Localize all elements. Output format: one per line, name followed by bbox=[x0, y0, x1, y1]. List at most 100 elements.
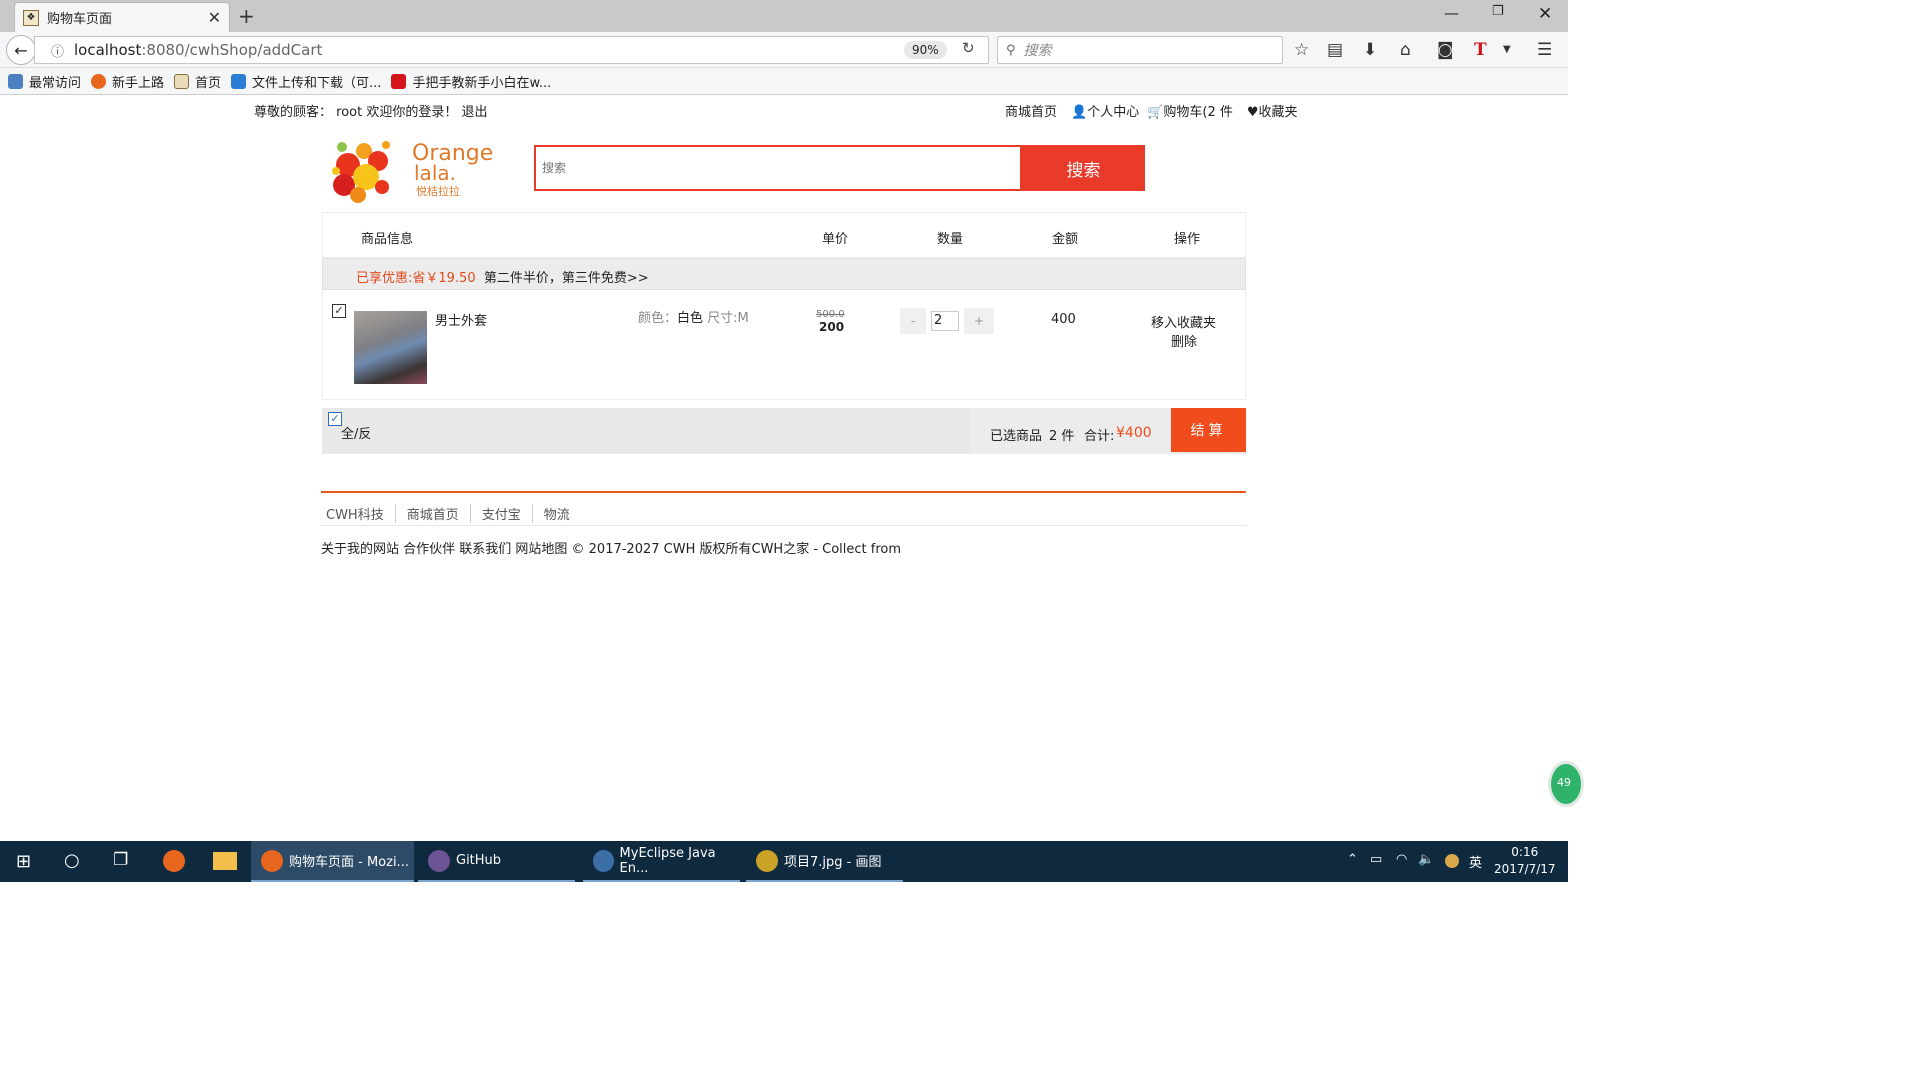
decrease-qty-button[interactable]: - bbox=[900, 308, 926, 334]
original-price: 500.0 bbox=[816, 309, 845, 320]
taskbar-item-paint[interactable]: 项目7.jpg - 画图 bbox=[746, 841, 903, 882]
nav-user-center-link[interactable]: 👤个人中心 bbox=[1071, 101, 1139, 120]
select-all-checkbox[interactable]: ✓ bbox=[328, 412, 342, 426]
task-view-icon[interactable]: ❐ bbox=[113, 850, 128, 870]
move-to-favorites-link[interactable]: 移入收藏夹 bbox=[1151, 312, 1216, 331]
selected-label: 已选商品 bbox=[990, 429, 1043, 444]
paint-icon bbox=[756, 849, 778, 872]
new-tab-button[interactable]: + bbox=[238, 4, 255, 28]
clock-date: 2017/7/17 bbox=[1494, 862, 1556, 876]
site-search-input[interactable] bbox=[534, 145, 1022, 191]
tab-bar: ❖ 购物车页面 ✕ + — ❐ ✕ bbox=[0, 0, 1568, 32]
nav-cart-label: 购物车(2 件 bbox=[1163, 105, 1233, 120]
color-value: 白色 bbox=[677, 311, 704, 326]
bookmark-item[interactable]: 文件上传和下载（可... bbox=[231, 72, 381, 91]
restore-window-button[interactable]: ❐ bbox=[1492, 4, 1504, 19]
footer-link[interactable]: 商城首页 bbox=[394, 504, 470, 523]
logo-tagline: 悦桔拉拉 bbox=[416, 185, 460, 198]
nav-cart-link[interactable]: 🛒购物车(2 件 bbox=[1147, 101, 1233, 120]
header-amount: 金额 bbox=[1052, 232, 1079, 247]
nav-user-center-label: 个人中心 bbox=[1087, 105, 1140, 120]
product-thumbnail[interactable] bbox=[354, 311, 427, 384]
close-tab-icon[interactable]: ✕ bbox=[208, 8, 221, 27]
volume-icon[interactable]: 🔈 bbox=[1418, 852, 1434, 867]
taskbar-item-firefox[interactable]: 购物车页面 - Mozi... bbox=[251, 841, 414, 882]
minimize-window-button[interactable]: — bbox=[1444, 4, 1459, 22]
reload-icon[interactable]: ↻ bbox=[962, 39, 975, 57]
page-favicon-icon: ❖ bbox=[23, 9, 39, 26]
header-operations: 操作 bbox=[1174, 232, 1201, 247]
weather-icon[interactable] bbox=[1445, 854, 1459, 868]
bookmark-item[interactable]: 新手上路 bbox=[91, 72, 164, 91]
increase-qty-button[interactable]: + bbox=[964, 308, 994, 334]
logo-text-line2: lala. bbox=[414, 161, 456, 185]
site-info-icon[interactable]: ⓘ bbox=[51, 41, 64, 60]
unit-price: 200 bbox=[819, 320, 845, 334]
back-button[interactable]: ← bbox=[6, 35, 36, 65]
close-window-button[interactable]: ✕ bbox=[1538, 4, 1552, 24]
bookmark-label: 手把手教新手小白在w... bbox=[412, 75, 552, 91]
nav-favorites-link[interactable]: ♥收藏夹 bbox=[1247, 101, 1298, 120]
footer-link[interactable]: 支付宝 bbox=[469, 504, 532, 523]
footer-link[interactable]: CWH科技 bbox=[326, 504, 395, 523]
url-path: :8080/cwhShop/addCart bbox=[141, 41, 323, 59]
selected-count: 2 件 bbox=[1049, 429, 1075, 444]
header-unit-price: 单价 bbox=[822, 232, 849, 247]
item-amount: 400 bbox=[1051, 312, 1076, 327]
menu-hamburger-icon[interactable]: ☰ bbox=[1537, 40, 1552, 60]
checkout-button[interactable]: 结算 bbox=[1171, 408, 1246, 452]
extension-dropdown-icon[interactable]: ▼ bbox=[1503, 44, 1511, 55]
bookmark-item[interactable]: 最常访问 bbox=[8, 72, 81, 91]
total-value: ¥400 bbox=[1116, 425, 1152, 441]
quantity-input[interactable]: 2 bbox=[931, 311, 959, 331]
header-product-info: 商品信息 bbox=[361, 232, 414, 247]
browser-search-box[interactable]: ⚲ 搜索 bbox=[997, 36, 1283, 64]
cortana-search-icon[interactable]: ○ bbox=[64, 850, 80, 871]
welcome-message: 尊敬的顾客： root 欢迎你的登录！ 退出 bbox=[254, 105, 488, 120]
bookmark-label: 首页 bbox=[195, 75, 222, 91]
footer-link[interactable]: 物流 bbox=[531, 504, 581, 523]
taskbar-clock[interactable]: 0:16 2017/7/17 bbox=[1494, 844, 1556, 878]
address-bar[interactable]: ⓘ localhost:8080/cwhShop/addCart bbox=[34, 36, 989, 64]
firefox-pinned-icon[interactable] bbox=[163, 850, 185, 872]
github-icon bbox=[428, 849, 450, 872]
nav-home-link[interactable]: 商城首页 bbox=[1005, 101, 1057, 120]
floating-speed-badge[interactable]: 49 bbox=[1548, 761, 1584, 807]
promotion-bar: 已享优惠:省￥19.50 第二件半价，第三件免费>> bbox=[322, 258, 1246, 290]
bookmark-item[interactable]: 手把手教新手小白在w... bbox=[391, 72, 551, 91]
bookmark-icon bbox=[8, 73, 23, 89]
taskbar-item-label: GitHub bbox=[456, 853, 502, 868]
url-text: localhost:8080/cwhShop/addCart bbox=[74, 41, 322, 59]
taskbar-item-myeclipse[interactable]: MyEclipse Java En... bbox=[583, 841, 740, 882]
battery-icon[interactable]: ▭ bbox=[1370, 852, 1382, 867]
select-all-label[interactable]: 全/反 bbox=[341, 423, 371, 442]
bookmark-star-icon[interactable]: ☆ bbox=[1294, 40, 1309, 60]
delete-item-link[interactable]: 删除 bbox=[1171, 331, 1197, 350]
tab-title: 购物车页面 bbox=[47, 12, 113, 27]
wifi-icon[interactable]: ◠ bbox=[1396, 852, 1407, 867]
site-search-button[interactable]: 搜索 bbox=[1022, 145, 1145, 191]
file-explorer-icon[interactable] bbox=[213, 852, 237, 870]
promo-link[interactable]: 第二件半价，第三件免费>> bbox=[484, 271, 649, 286]
pocket-icon[interactable]: ◙ bbox=[1437, 40, 1454, 60]
tray-expand-icon[interactable]: ⌃ bbox=[1347, 852, 1358, 867]
ime-indicator[interactable]: 英 bbox=[1469, 852, 1482, 871]
taskbar-item-github[interactable]: GitHub bbox=[418, 841, 575, 882]
windows-start-icon[interactable]: ⊞ bbox=[16, 851, 31, 872]
translate-extension-icon[interactable]: T bbox=[1474, 40, 1487, 60]
zoom-indicator[interactable]: 90% bbox=[904, 41, 947, 59]
cart-icon: 🛒 bbox=[1147, 105, 1164, 120]
home-icon[interactable]: ⌂ bbox=[1400, 40, 1411, 60]
browser-tab[interactable]: ❖ 购物车页面 ✕ bbox=[14, 2, 230, 32]
item-checkbox[interactable]: ✓ bbox=[332, 304, 346, 318]
clock-time: 0:16 bbox=[1511, 845, 1539, 859]
windows-taskbar: ⊞ ○ ❐ 购物车页面 - Mozi... GitHub MyEclipse J… bbox=[0, 841, 1568, 882]
bookmark-item[interactable]: 首页 bbox=[174, 72, 221, 91]
bookmarks-toolbar: 最常访问 新手上路 首页 文件上传和下载（可... 手把手教新手小白在w... bbox=[0, 68, 1568, 95]
site-top-nav: 商城首页 👤个人中心 🛒购物车(2 件 ♥收藏夹 bbox=[1005, 101, 1298, 120]
site-search-form: 搜索 bbox=[534, 145, 1145, 191]
product-name[interactable]: 男士外套 bbox=[435, 310, 487, 329]
reading-list-icon[interactable]: ▤ bbox=[1327, 40, 1343, 60]
site-logo[interactable]: Orange lala. 悦桔拉拉 bbox=[328, 133, 493, 205]
download-icon[interactable]: ⬇ bbox=[1363, 40, 1377, 60]
